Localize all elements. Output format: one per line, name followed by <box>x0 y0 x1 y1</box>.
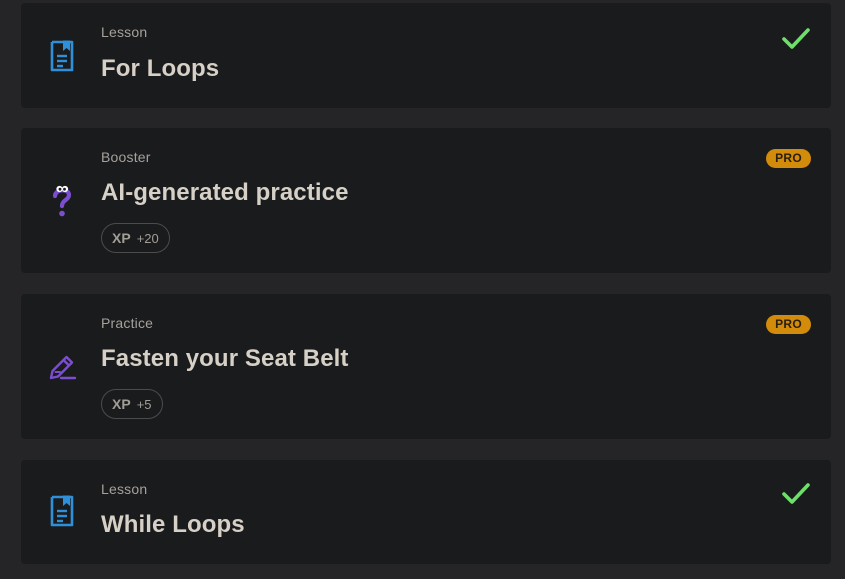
xp-reward-pill: XP +20 <box>101 223 170 253</box>
practice-card-seat-belt[interactable]: Practice Fasten your Seat Belt PRO XP +5 <box>21 294 831 439</box>
card-category-label: Booster <box>101 149 151 165</box>
question-mark-icon <box>47 184 77 218</box>
lesson-card-while-loops[interactable]: Lesson While Loops <box>21 460 831 564</box>
xp-label: XP <box>112 396 131 412</box>
booster-card-ai-practice[interactable]: Booster AI-generated practice PRO XP +20 <box>21 128 831 273</box>
xp-value: +20 <box>136 230 159 246</box>
learning-path-list: Lesson For Loops Booster AI-generated pr… <box>0 0 845 579</box>
card-category-label: Practice <box>101 315 154 331</box>
card-title: While Loops <box>101 511 245 538</box>
card-title: Fasten your Seat Belt <box>101 345 349 372</box>
pro-badge: PRO <box>766 149 811 168</box>
lesson-document-icon <box>47 39 77 73</box>
pro-badge: PRO <box>766 315 811 334</box>
xp-label: XP <box>112 230 131 246</box>
pencil-icon <box>47 350 77 384</box>
card-title: For Loops <box>101 55 220 82</box>
lesson-card-for-loops[interactable]: Lesson For Loops <box>21 3 831 108</box>
card-category-label: Lesson <box>101 24 148 40</box>
checkmark-icon <box>782 28 810 49</box>
xp-reward-pill: XP +5 <box>101 389 163 419</box>
checkmark-icon <box>782 483 810 504</box>
card-title: AI-generated practice <box>101 179 349 206</box>
xp-value: +5 <box>136 396 152 412</box>
lesson-document-icon <box>47 494 77 528</box>
card-category-label: Lesson <box>101 481 148 497</box>
